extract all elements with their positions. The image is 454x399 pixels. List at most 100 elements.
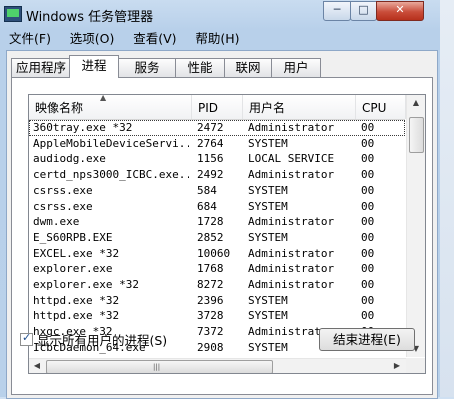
end-process-button[interactable]: 结束进程(E) — [319, 328, 415, 351]
cpu-cell: 00 — [361, 168, 375, 182]
process-row[interactable]: 360tray.exe *32 2472 Administrator 00 — [29, 120, 405, 136]
process-row[interactable]: explorer.exe *32 8272 Administrator 00 — [29, 277, 405, 293]
user-name-cell: SYSTEM — [248, 136, 288, 150]
user-name-cell: Administrator — [248, 246, 335, 260]
process-row[interactable]: certd_nps3000_ICBC.exe... 2492 Administrat… — [29, 167, 405, 183]
cpu-cell: 00 — [361, 121, 375, 134]
maximize-button[interactable]: □ — [350, 1, 377, 21]
menu-options[interactable]: 选项(O) — [67, 30, 118, 48]
menu-file[interactable]: 文件(F) — [6, 30, 54, 48]
cpu-cell: 00 — [361, 246, 375, 260]
cpu-cell: 00 — [361, 152, 375, 166]
tab-services[interactable]: 服务 — [118, 58, 176, 77]
cpu-cell: 00 — [361, 309, 375, 323]
minimize-button[interactable]: ─ — [323, 1, 351, 21]
image-name-cell: certd_nps3000_ICBC.exe... — [33, 168, 189, 182]
pid-cell: 7372 — [197, 325, 224, 339]
scroll-up-icon[interactable]: ▲ — [408, 95, 424, 111]
column-image-name[interactable]: 映像名称 ▲ — [29, 95, 192, 119]
tab-processes[interactable]: 进程 — [69, 55, 119, 78]
task-manager-icon — [4, 6, 22, 22]
process-row[interactable]: explorer.exe 1768 Administrator 00 — [29, 261, 405, 277]
image-name-cell: EXCEL.exe *32 — [33, 246, 120, 260]
pid-cell: 2908 — [197, 340, 224, 354]
menu-help[interactable]: 帮助(H) — [192, 30, 242, 48]
user-name-cell: SYSTEM — [248, 199, 288, 213]
tab-applications[interactable]: 应用程序 — [11, 58, 71, 77]
tab-performance[interactable]: 性能 — [175, 58, 225, 77]
user-name-cell: LOCAL SERVICE — [248, 152, 335, 166]
process-row[interactable]: E_S60RPB.EXE 2852 SYSTEM 00 — [29, 230, 405, 246]
user-name-cell: Administrator — [248, 262, 335, 276]
user-name-cell: Administrator — [248, 215, 335, 229]
cpu-cell: 00 — [361, 262, 375, 276]
pid-cell: 2472 — [197, 121, 224, 134]
user-name-cell: SYSTEM — [248, 293, 288, 307]
sort-ascending-icon: ▲ — [100, 94, 107, 102]
process-row[interactable]: httpd.exe *32 2396 SYSTEM 00 — [29, 293, 405, 309]
checkbox-box[interactable]: ✓ — [20, 331, 33, 346]
cpu-cell: 00 — [361, 278, 375, 291]
scrollbar-corner — [406, 358, 425, 373]
pid-cell: 3728 — [197, 309, 224, 323]
close-button[interactable]: ✕ — [376, 1, 424, 21]
cpu-cell: 00 — [361, 183, 375, 197]
cpu-cell: 00 — [361, 215, 375, 229]
pid-cell: 2492 — [197, 168, 224, 182]
process-row[interactable]: AppleMobileDeviceServi... 2764 SYSTEM 00 — [29, 136, 405, 152]
image-name-cell: E_S60RPB.EXE — [33, 230, 113, 244]
image-name-cell: AppleMobileDeviceServi... — [33, 136, 189, 150]
show-all-users-checkbox[interactable]: ✓ 显示所有用户的进程(S) — [20, 330, 167, 349]
tab-networking[interactable]: 联网 — [224, 58, 272, 77]
process-row[interactable]: audiodg.exe 1156 LOCAL SERVICE 00 — [29, 151, 405, 167]
process-row[interactable]: csrss.exe 584 SYSTEM 00 — [29, 183, 405, 199]
title-bar[interactable]: Windows 任务管理器 ─ □ ✕ — [0, 0, 440, 28]
horizontal-scroll-thumb[interactable]: ||| — [46, 360, 273, 373]
scroll-grip-icon: ||| — [153, 363, 161, 371]
user-name-cell: Administrator — [248, 168, 335, 182]
image-name-cell: dwm.exe — [33, 215, 80, 229]
process-rows: 360tray.exe *32 2472 Administrator 00 AppleM… — [29, 120, 405, 358]
image-name-cell: httpd.exe *32 — [33, 293, 120, 307]
image-name-cell: httpd.exe *32 — [33, 309, 120, 323]
process-row[interactable]: EXCEL.exe *32 10060 Administrator 00 — [29, 246, 405, 262]
task-manager-window: Windows 任务管理器 ─ □ ✕ 文件(F) 选项(O) 查看(V) 帮助… — [0, 0, 441, 399]
menu-view[interactable]: 查看(V) — [130, 30, 179, 48]
image-name-cell: explorer.exe *32 — [33, 278, 139, 291]
pid-cell: 2764 — [197, 136, 224, 150]
show-all-users-label: 显示所有用户的进程(S) — [37, 333, 168, 348]
user-name-cell: SYSTEM — [248, 230, 288, 244]
scroll-left-icon[interactable]: ◀ — [29, 358, 45, 373]
column-user-name[interactable]: 用户名 — [243, 95, 356, 119]
cpu-cell: 00 — [361, 293, 375, 307]
column-pid[interactable]: PID — [192, 95, 243, 119]
process-row[interactable]: dwm.exe 1728 Administrator 00 — [29, 214, 405, 230]
cpu-cell: 00 — [361, 199, 375, 213]
process-row[interactable]: csrss.exe 684 SYSTEM 00 — [29, 199, 405, 215]
pid-cell: 8272 — [197, 278, 224, 291]
pid-cell: 2396 — [197, 293, 224, 307]
scroll-right-icon[interactable]: ▶ — [389, 358, 405, 373]
image-name-cell: explorer.exe — [33, 262, 113, 276]
user-name-cell: SYSTEM — [248, 309, 288, 323]
column-cpu[interactable]: CPU — [356, 95, 406, 119]
pid-cell: 10060 — [197, 246, 231, 260]
checkmark-icon: ✓ — [22, 331, 32, 344]
pid-cell: 1768 — [197, 262, 224, 276]
image-name-cell: audiodg.exe — [33, 152, 106, 166]
image-name-cell: csrss.exe — [33, 199, 93, 213]
vertical-scroll-thumb[interactable] — [409, 117, 424, 153]
pid-cell: 584 — [197, 183, 217, 197]
vertical-scrollbar[interactable]: ▲ ▼ — [406, 95, 425, 357]
cpu-cell: 00 — [361, 136, 375, 150]
caption-buttons: ─ □ ✕ — [323, 1, 440, 21]
process-list-header: 映像名称 ▲ PID 用户名 CPU — [29, 95, 406, 120]
cpu-cell: 00 — [361, 230, 375, 244]
horizontal-scrollbar[interactable]: ◀ ||| ▶ — [29, 358, 406, 373]
image-name-cell: csrss.exe — [33, 183, 93, 197]
tab-users[interactable]: 用户 — [271, 58, 321, 77]
pid-cell: 1728 — [197, 215, 224, 229]
process-row[interactable]: httpd.exe *32 3728 SYSTEM 00 — [29, 308, 405, 324]
window-title: Windows 任务管理器 — [26, 10, 154, 25]
user-name-cell: SYSTEM — [248, 183, 288, 197]
